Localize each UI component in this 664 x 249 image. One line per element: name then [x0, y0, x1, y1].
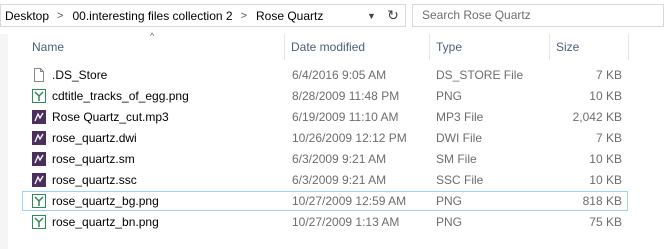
file-name: rose_quartz.ssc: [52, 173, 137, 187]
file-type: SM File: [436, 152, 477, 166]
media-file-icon: [31, 130, 47, 146]
file-size: 75 KB: [589, 215, 622, 229]
file-date: 6/3/2009 9:21 AM: [292, 152, 387, 166]
address-bar[interactable]: Desktop > 00.interesting files collectio…: [0, 4, 406, 27]
file-type: DWI File: [436, 131, 482, 145]
file-date: 10/26/2009 12:12 PM: [292, 131, 407, 145]
breadcrumb-separator-icon[interactable]: >: [57, 10, 63, 22]
search-box: [412, 4, 664, 27]
file-size: 7 KB: [595, 131, 622, 145]
breadcrumb-desktop[interactable]: Desktop: [5, 9, 49, 23]
file-date: 10/27/2009 12:59 AM: [292, 194, 407, 208]
image-file-icon: [31, 193, 47, 209]
file-row-selected[interactable]: rose_quartz_bg.png 10/27/2009 12:59 AM P…: [22, 191, 628, 211]
image-file-icon: [31, 88, 47, 104]
column-header-type[interactable]: Type: [436, 34, 536, 60]
column-header-row: Name Date modified Type Size: [22, 34, 664, 60]
file-type: PNG: [436, 89, 463, 103]
breadcrumb: Desktop > 00.interesting files collectio…: [5, 5, 323, 26]
column-divider[interactable]: [549, 34, 550, 60]
navigation-pane-edge: [0, 34, 8, 249]
column-divider[interactable]: [429, 34, 430, 60]
file-date: 6/4/2016 9:05 AM: [292, 68, 387, 82]
file-date: 10/27/2009 1:13 AM: [292, 215, 400, 229]
media-file-icon: [31, 172, 47, 188]
file-row[interactable]: .DS_Store 6/4/2016 9:05 AM DS_STORE File…: [22, 65, 628, 85]
file-name: rose_quartz_bg.png: [52, 194, 159, 208]
refresh-icon[interactable]: ↻: [383, 5, 403, 26]
file-row[interactable]: cdtitle_tracks_of_egg.png 8/28/2009 11:4…: [22, 86, 628, 106]
file-row[interactable]: rose_quartz.dwi 10/26/2009 12:12 PM DWI …: [22, 128, 628, 148]
file-type: SSC File: [436, 173, 484, 187]
file-name: rose_quartz.sm: [52, 152, 135, 166]
file-name: rose_quartz_bn.png: [52, 215, 159, 229]
breadcrumb-separator-icon[interactable]: >: [241, 10, 247, 22]
column-header-date[interactable]: Date modified: [291, 34, 421, 60]
file-row[interactable]: rose_quartz.ssc 6/3/2009 9:21 AM SSC Fil…: [22, 170, 628, 190]
file-date: 6/19/2009 11:10 AM: [292, 110, 399, 124]
file-type: DS_STORE File: [436, 68, 524, 82]
breadcrumb-collection[interactable]: 00.interesting files collection 2: [72, 9, 232, 23]
breadcrumb-rose-quartz[interactable]: Rose Quartz: [256, 9, 323, 23]
file-size: 10 KB: [589, 173, 622, 187]
file-row[interactable]: Rose Quartz_cut.mp3 6/19/2009 11:10 AM M…: [22, 107, 628, 127]
column-divider[interactable]: [284, 34, 285, 60]
file-size: 818 KB: [582, 194, 622, 208]
file-size: 2,042 KB: [572, 110, 622, 124]
file-name: cdtitle_tracks_of_egg.png: [52, 89, 189, 103]
file-name: .DS_Store: [52, 68, 108, 82]
media-file-icon: [31, 109, 47, 125]
file-type: PNG: [436, 194, 463, 208]
chevron-down-icon[interactable]: ▼: [362, 5, 381, 26]
column-header-name[interactable]: Name: [32, 34, 272, 60]
file-type: MP3 File: [436, 110, 484, 124]
file-date: 6/3/2009 9:21 AM: [292, 173, 387, 187]
file-name: rose_quartz.dwi: [52, 131, 137, 145]
file-row[interactable]: rose_quartz.sm 6/3/2009 9:21 AM SM File …: [22, 149, 628, 169]
file-name: Rose Quartz_cut.mp3: [52, 110, 169, 124]
file-row[interactable]: rose_quartz_bn.png 10/27/2009 1:13 AM PN…: [22, 212, 628, 232]
image-file-icon: [31, 214, 47, 230]
search-input[interactable]: [422, 5, 652, 25]
blank-file-icon: [31, 67, 47, 83]
file-size: 7 KB: [595, 68, 622, 82]
media-file-icon: [31, 151, 47, 167]
file-type: PNG: [436, 215, 463, 229]
file-size: 10 KB: [589, 152, 622, 166]
file-size: 10 KB: [589, 89, 622, 103]
column-divider[interactable]: [628, 34, 629, 60]
file-date: 8/28/2009 11:48 PM: [292, 89, 400, 103]
column-header-size[interactable]: Size: [556, 34, 616, 60]
